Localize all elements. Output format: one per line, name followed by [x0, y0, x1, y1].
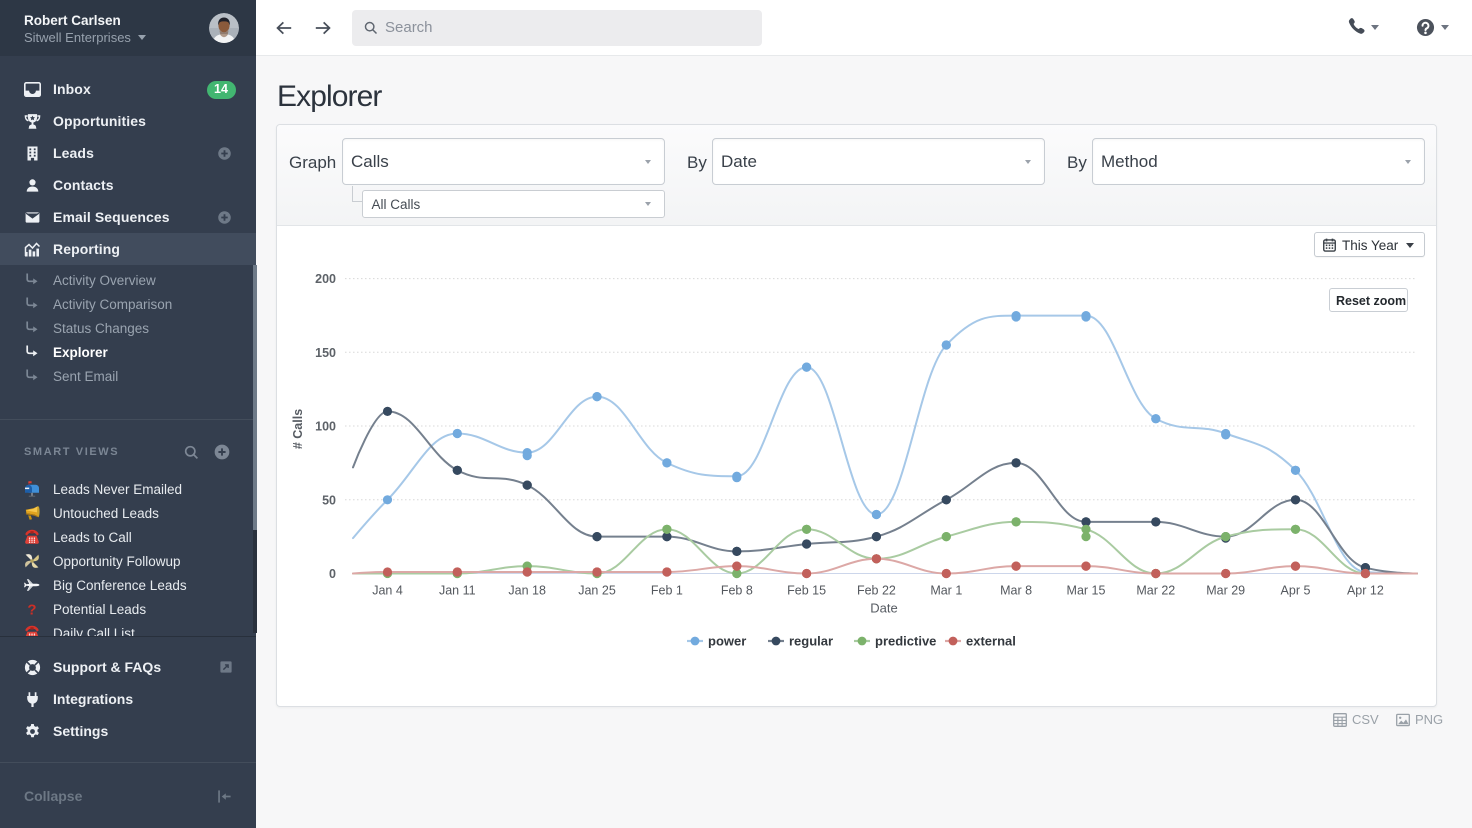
svg-text:Feb 15: Feb 15 [787, 584, 826, 598]
svg-text:Mar 22: Mar 22 [1136, 584, 1175, 598]
svg-text:Jan 18: Jan 18 [508, 584, 546, 598]
svg-text:Apr 5: Apr 5 [1281, 584, 1311, 598]
svg-text:external: external [966, 634, 1016, 649]
svg-text:Mar 1: Mar 1 [930, 584, 962, 598]
svg-text:Mar 29: Mar 29 [1206, 584, 1245, 598]
svg-text:Jan 4: Jan 4 [372, 584, 403, 598]
svg-text:50: 50 [322, 493, 336, 507]
svg-text:Mar 15: Mar 15 [1067, 584, 1106, 598]
svg-text:150: 150 [315, 346, 336, 360]
svg-text:Feb 8: Feb 8 [721, 584, 753, 598]
svg-text:predictive: predictive [875, 634, 936, 649]
svg-text:200: 200 [315, 272, 336, 286]
svg-text:power: power [708, 634, 746, 649]
svg-text:Jan 25: Jan 25 [578, 584, 616, 598]
svg-text:Mar 8: Mar 8 [1000, 584, 1032, 598]
svg-text:100: 100 [315, 420, 336, 434]
svg-text:Date: Date [870, 601, 897, 616]
svg-text:regular: regular [789, 634, 833, 649]
svg-text:# Calls: # Calls [291, 409, 305, 449]
svg-text:Apr 12: Apr 12 [1347, 584, 1384, 598]
svg-text:?: ? [27, 601, 36, 617]
svg-text:Jan 11: Jan 11 [439, 584, 476, 598]
svg-text:0: 0 [329, 567, 336, 581]
svg-text:Feb 1: Feb 1 [651, 584, 683, 598]
svg-text:Feb 22: Feb 22 [857, 584, 896, 598]
